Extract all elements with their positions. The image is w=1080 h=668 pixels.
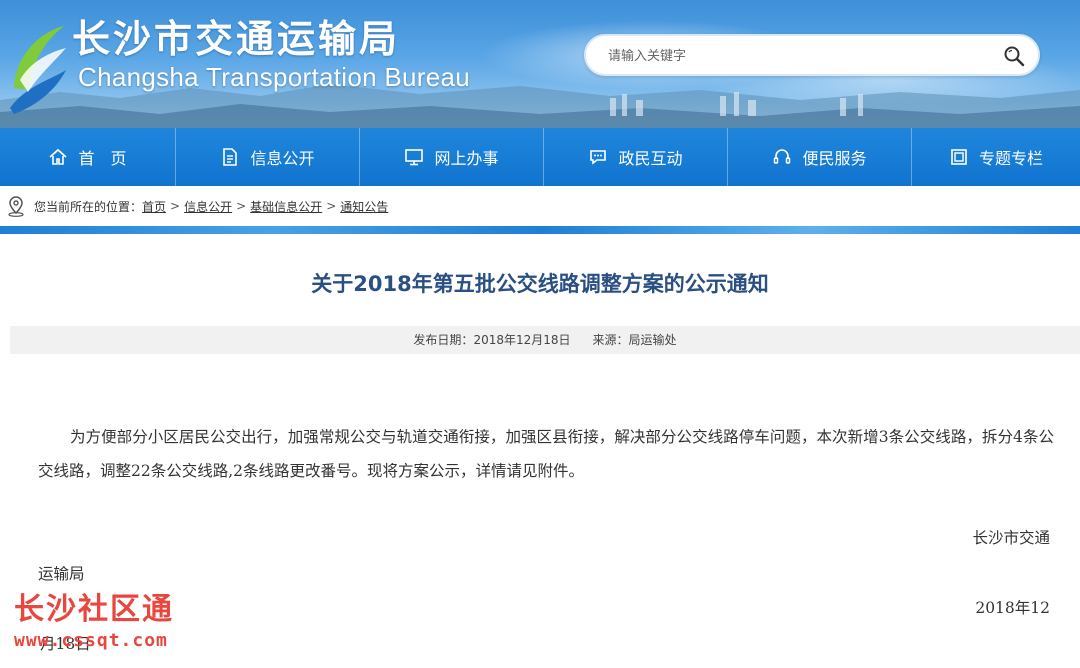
nav-item-interaction[interactable]: 政民互动: [544, 128, 728, 186]
watermark-name: 长沙社区通: [14, 592, 174, 627]
article-meta: 发布日期：2018年12月18日 来源：局运输处: [10, 326, 1080, 354]
breadcrumb-separator: >: [326, 199, 337, 213]
nav-item-special-topics[interactable]: 专题专栏: [912, 128, 1080, 186]
publish-date-label: 发布日期：: [413, 333, 474, 347]
home-icon: [49, 148, 68, 165]
breadcrumb-separator: >: [170, 199, 181, 213]
signature-line-2: 运输局: [38, 565, 85, 583]
source-value: 局运输处: [628, 333, 677, 347]
document-icon: [223, 148, 238, 166]
article-body: 为方便部分小区居民公交出行，加强常规公交与轨道交通衔接，加强区县衔接，解决部分公…: [38, 428, 1054, 480]
breadcrumb-separator: >: [236, 199, 247, 213]
site-title-cn[interactable]: 长沙市交通运输局: [72, 16, 400, 62]
nav-item-label: 专题专栏: [978, 149, 1043, 168]
nav-item-label: 政民互动: [618, 149, 683, 168]
search-input[interactable]: [608, 44, 988, 68]
search-box: [584, 34, 1040, 76]
breadcrumb-link-basic-info[interactable]: 基础信息公开: [250, 198, 322, 215]
site-header: 长沙市交通运输局 Changsha Transportation Bureau: [0, 0, 1080, 128]
nav-item-online-services[interactable]: 网上办事: [360, 128, 544, 186]
breadcrumb-prefix: 您当前所在的位置：: [34, 199, 143, 214]
nav-item-label: 首 页: [78, 149, 127, 168]
monitor-icon: [405, 149, 424, 166]
chat-icon: [590, 150, 607, 165]
changsha-transport-logo-icon: [10, 26, 66, 114]
publish-date: 2018年12月18日: [473, 333, 571, 347]
breadcrumb: 您当前所在的位置： 首页 > 信息公开 > 基础信息公开 > 通知公告: [0, 186, 1080, 226]
signature-line-1: 长沙市交通: [972, 529, 1050, 547]
article-title: 关于2018年第五批公交线路调整方案的公示通知: [311, 272, 769, 296]
nav-item-label: 信息公开: [250, 149, 315, 168]
source-label: 来源：: [592, 333, 629, 347]
breadcrumb-link-info-disclosure[interactable]: 信息公开: [184, 198, 232, 215]
nav-item-label: 网上办事: [434, 149, 499, 168]
search-icon[interactable]: [1002, 44, 1026, 68]
main-nav: 首 页 信息公开 网上办事 政民互动 便民服务 专题专栏: [0, 128, 1080, 186]
columns-icon: [951, 149, 967, 165]
location-pin-icon: [8, 196, 24, 217]
headset-icon: [774, 149, 791, 164]
breadcrumb-link-notices[interactable]: 通知公告: [340, 198, 388, 215]
decorative-strip: [0, 226, 1080, 234]
date-line-1: 2018年12: [975, 599, 1050, 617]
site-title-en: Changsha Transportation Bureau: [78, 62, 471, 92]
breadcrumb-link-home[interactable]: 首页: [142, 198, 166, 215]
nav-item-public-services[interactable]: 便民服务: [728, 128, 912, 186]
nav-item-label: 便民服务: [802, 149, 867, 168]
nav-item-home[interactable]: 首 页: [0, 128, 176, 186]
watermark-url: www.cssqt.com: [14, 630, 168, 651]
nav-item-info-disclosure[interactable]: 信息公开: [176, 128, 360, 186]
